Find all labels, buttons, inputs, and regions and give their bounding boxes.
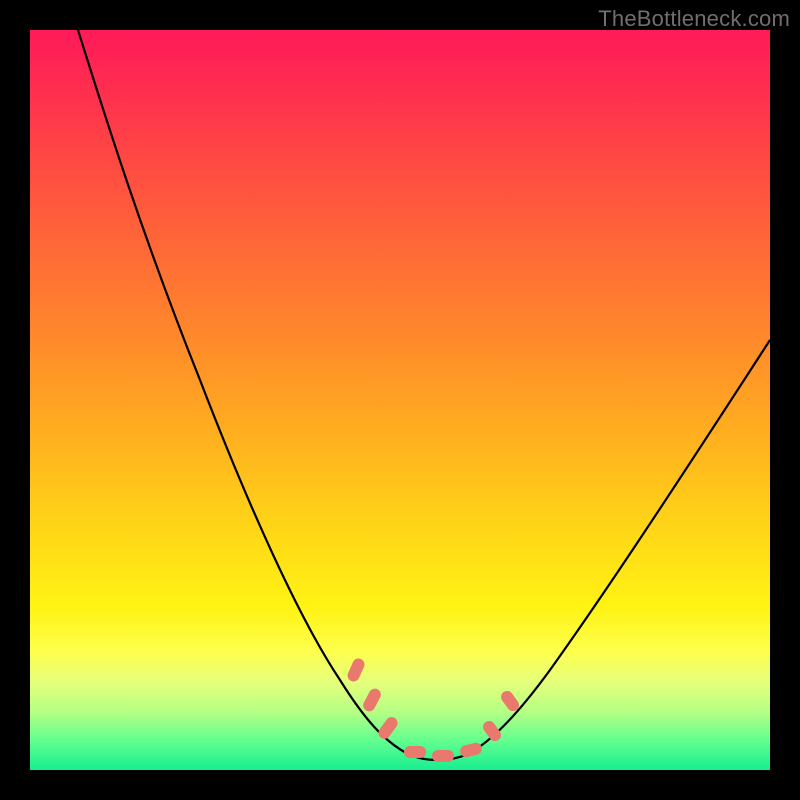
curve-left-branch [78,30,408,754]
curve-right-branch [468,340,770,754]
marker-p1 [346,657,367,684]
outer-frame: TheBottleneck.com [0,0,800,800]
marker-p5 [432,750,454,762]
marker-p7 [481,719,504,744]
plot-area [30,30,770,770]
watermark-text: TheBottleneck.com [598,6,790,32]
marker-p4 [404,746,426,758]
marker-p2 [361,687,383,714]
curve-svg [30,30,770,770]
marker-p6 [459,742,483,759]
marker-p3 [376,715,400,741]
